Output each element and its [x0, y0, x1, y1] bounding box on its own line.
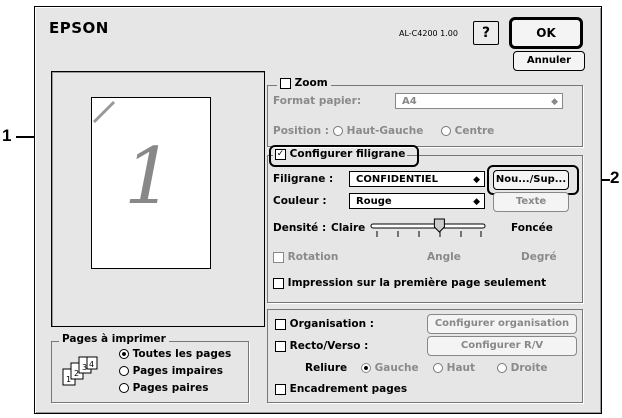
binding-top-label: Haut [446, 362, 476, 374]
duplex-checkbox-box[interactable] [275, 340, 286, 352]
position-top-left-label: Haut-Gauche [346, 125, 424, 137]
first-page-only-checkbox[interactable]: Impression sur la première page seulemen… [273, 277, 546, 289]
help-button[interactable]: ? [473, 21, 499, 45]
organisation-checkbox[interactable]: Organisation : [275, 318, 374, 330]
binding-left-label: Gauche [374, 362, 419, 374]
organisation-label: Organisation : [289, 318, 374, 330]
configure-duplex-button[interactable]: Configurer R/V [427, 336, 577, 356]
radio-selected-icon[interactable] [361, 363, 371, 373]
all-pages-label: Toutes les pages [132, 348, 232, 360]
all-pages-option[interactable]: Toutes les pages [119, 348, 231, 360]
texte-button[interactable]: Texte [493, 192, 569, 212]
rotation-checkbox[interactable]: Rotation [273, 251, 338, 263]
density-slider[interactable] [369, 215, 487, 239]
filigrane-select[interactable]: CONFIDENTIEL ◆ [349, 171, 485, 187]
preview-page-number: 1 [124, 132, 174, 222]
first-page-only-checkbox-box[interactable] [273, 277, 284, 289]
format-papier-label: Format papier: [273, 95, 362, 107]
duplex-label: Recto/Verso : [289, 340, 369, 352]
density-slider-track[interactable] [369, 215, 487, 239]
page-frame-checkbox-box[interactable] [275, 383, 286, 395]
binding-right-option[interactable]: Droite [497, 362, 548, 374]
zoom-label: Zoom [294, 77, 328, 89]
configure-watermark-checkbox[interactable]: ✓ Configurer filigrane [273, 148, 408, 160]
couleur-select[interactable]: Rouge ◆ [349, 193, 485, 209]
configure-watermark-label: Configurer filigrane [289, 148, 406, 160]
angle-label: Angle [427, 251, 461, 263]
select-arrows-icon: ◆ [551, 97, 558, 107]
binding-left-option[interactable]: Gauche [361, 362, 419, 374]
brand-logo: EPSON [49, 19, 109, 37]
format-papier-select[interactable]: A4 ◆ [395, 93, 563, 109]
select-arrows-icon: ◆ [473, 197, 480, 207]
even-pages-label: Pages paires [132, 382, 209, 394]
callout-2-label: 2 [610, 168, 620, 187]
svg-text:2: 2 [74, 369, 79, 378]
binding-label: Reliure [305, 362, 348, 374]
binding-top-option[interactable]: Haut [433, 362, 475, 374]
position-center-option[interactable]: Centre [441, 125, 494, 137]
select-arrows-icon: ◆ [473, 175, 480, 185]
first-page-only-label: Impression sur la première page seulemen… [287, 277, 547, 289]
radio-selected-icon[interactable] [119, 349, 129, 359]
printer-model: AL-C4200 1.00 [399, 29, 458, 38]
density-foncee-label: Foncée [511, 222, 553, 234]
position-top-left-option[interactable]: Haut-Gauche [333, 125, 423, 137]
callout-1-label: 1 [2, 126, 12, 145]
page-frame-label: Encadrement pages [289, 383, 408, 395]
format-papier-value: A4 [402, 96, 417, 107]
radio-icon[interactable] [433, 363, 443, 373]
pages-to-print-title: Pages à imprimer [59, 333, 169, 345]
odd-pages-label: Pages impaires [132, 365, 223, 377]
zoom-checkbox[interactable]: Zoom [277, 77, 331, 89]
degre-label: Degré [521, 251, 557, 263]
preview-page: 1 [91, 97, 211, 269]
filigrane-value: CONFIDENTIEL [356, 174, 439, 185]
page-order-icon: 1 2 3 4 [61, 355, 101, 392]
organisation-checkbox-box[interactable] [275, 318, 286, 330]
print-settings-dialog: EPSON AL-C4200 1.00 ? OK Annuler 1 Zoom … [34, 6, 602, 414]
radio-icon[interactable] [119, 383, 129, 393]
even-pages-option[interactable]: Pages paires [119, 382, 208, 394]
radio-icon[interactable] [497, 363, 507, 373]
configure-layout-button[interactable]: Configurer organisation [427, 314, 577, 334]
position-label: Position : [273, 125, 329, 137]
svg-text:3: 3 [82, 363, 87, 372]
radio-icon[interactable] [333, 126, 343, 136]
position-center-label: Centre [454, 125, 495, 137]
svg-text:1: 1 [66, 375, 71, 384]
couleur-value: Rouge [356, 196, 392, 207]
svg-text:4: 4 [89, 360, 94, 369]
density-slider-thumb[interactable] [433, 218, 445, 233]
odd-pages-option[interactable]: Pages impaires [119, 365, 223, 377]
zoom-checkbox-box[interactable] [280, 77, 291, 89]
couleur-label: Couleur : [273, 195, 327, 207]
density-claire-label: Claire [331, 222, 366, 234]
duplex-checkbox[interactable]: Recto/Verso : [275, 340, 368, 352]
filigrane-label: Filigrane : [273, 173, 334, 185]
densite-label: Densité : [273, 222, 327, 234]
rotation-label: Rotation [287, 251, 339, 263]
rotation-checkbox-box[interactable] [273, 251, 284, 263]
radio-icon[interactable] [441, 126, 451, 136]
radio-icon[interactable] [119, 366, 129, 376]
checked-icon[interactable]: ✓ [275, 148, 286, 160]
page-frame-checkbox[interactable]: Encadrement pages [275, 383, 407, 395]
new-delete-watermark-button[interactable]: Nou.../Sup... [493, 170, 569, 190]
ok-button[interactable]: OK [509, 17, 583, 49]
cancel-button[interactable]: Annuler [513, 51, 585, 71]
binding-right-label: Droite [510, 362, 548, 374]
